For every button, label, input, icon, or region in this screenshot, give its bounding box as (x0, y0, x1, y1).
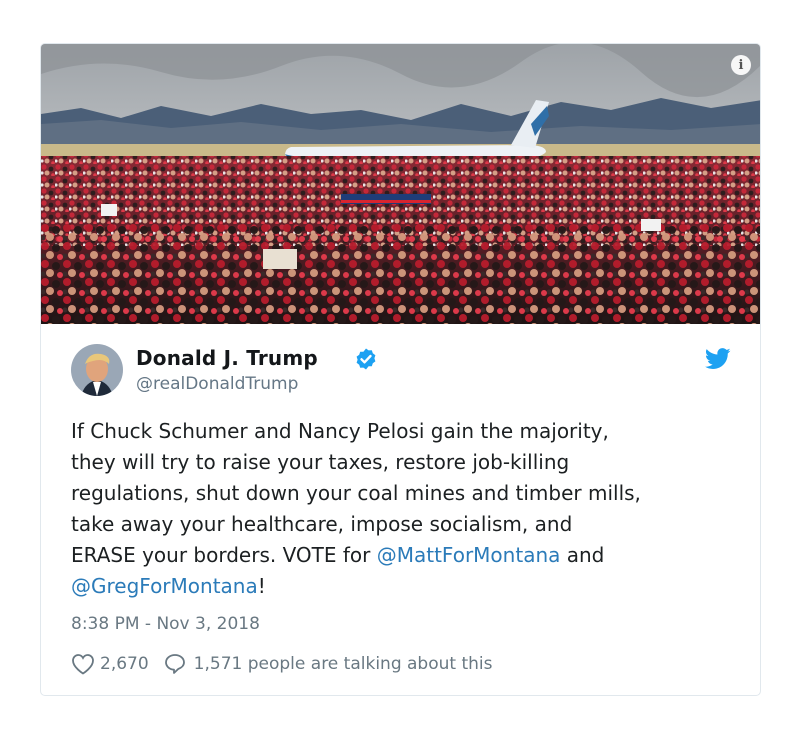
author-handle[interactable]: @realDonaldTrump (136, 374, 298, 394)
tweet-media-photo[interactable]: i (41, 44, 760, 324)
tweet-text-part: and (566, 543, 605, 567)
like-count[interactable]: 2,670 (100, 654, 149, 674)
author-name[interactable]: Donald J. Trump (136, 346, 318, 370)
tweet-text-part: ! (257, 574, 266, 598)
twitter-bird-icon[interactable] (705, 347, 731, 371)
verified-badge-icon (356, 348, 376, 370)
avatar[interactable] (71, 344, 123, 396)
heart-icon[interactable] (71, 653, 95, 675)
info-icon[interactable]: i (731, 55, 751, 75)
tweet-card[interactable]: i Donald J. Trump @realDonaldTrump If Ch… (40, 43, 761, 696)
tweet-timestamp[interactable]: 8:38 PM - Nov 3, 2018 (71, 614, 260, 634)
mention-link-matt[interactable]: @MattForMontana (377, 543, 561, 567)
tweet-text: If Chuck Schumer and Nancy Pelosi gain t… (71, 416, 741, 602)
mention-link-greg[interactable]: @GregForMontana (71, 574, 258, 598)
reply-bubble-icon[interactable] (163, 652, 187, 676)
talking-about-link[interactable]: 1,571 people are talking about this (194, 654, 493, 674)
tweet-actions: 2,670 1,571 people are talking about thi… (71, 652, 492, 676)
